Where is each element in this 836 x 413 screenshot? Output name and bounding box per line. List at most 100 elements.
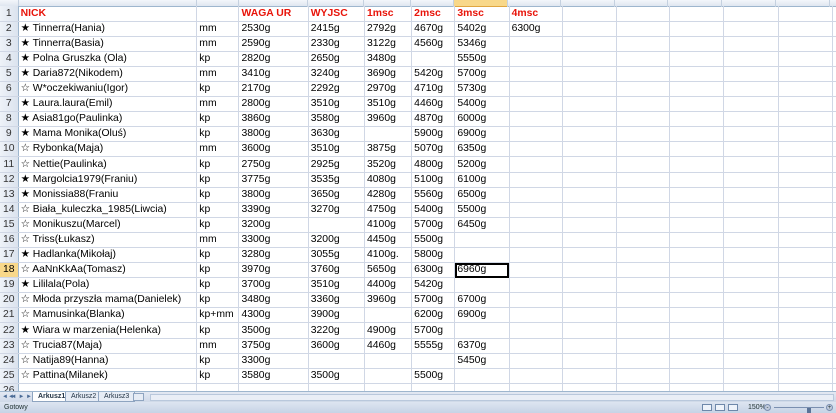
cell[interactable] (196, 383, 240, 391)
cell[interactable]: 3580g (238, 368, 309, 384)
cell[interactable] (509, 81, 563, 98)
cell[interactable]: 3970g (238, 262, 309, 279)
cell[interactable]: 3360g (308, 292, 365, 309)
row-header[interactable]: 3 (0, 36, 19, 52)
cell[interactable]: 5070g (411, 141, 456, 158)
cell[interactable]: 5700g (454, 66, 510, 82)
cell[interactable]: 2925g (308, 156, 365, 173)
cell[interactable]: kp (196, 187, 240, 203)
cell[interactable]: ★ Margolcia1979(Franiu) (18, 172, 198, 188)
cell[interactable] (616, 96, 671, 113)
cell[interactable]: 4msc (509, 6, 563, 22)
cell[interactable] (832, 36, 836, 52)
cell[interactable] (669, 21, 725, 37)
cell[interactable]: ★ Daria872(Nikodem) (18, 66, 198, 82)
cell[interactable]: kp (196, 322, 240, 339)
cell[interactable] (723, 172, 779, 188)
cell[interactable]: 5550g (454, 51, 510, 67)
cell[interactable] (723, 66, 779, 82)
cell[interactable] (832, 172, 836, 188)
cell[interactable]: mm (196, 66, 240, 82)
cell[interactable] (669, 217, 725, 233)
cell[interactable]: 4870g (411, 111, 456, 128)
cell[interactable] (509, 187, 563, 203)
cell[interactable]: 3500g (238, 322, 309, 339)
cell[interactable]: ★ Polna Gruszka (Ola) (18, 51, 198, 67)
cell[interactable]: ☆ Biała_kuleczka_1985(Liwcia) (18, 202, 198, 218)
horizontal-scrollbar[interactable] (150, 394, 834, 401)
cell[interactable] (616, 247, 671, 264)
cell[interactable]: 3900g (308, 307, 365, 324)
cell[interactable] (562, 187, 618, 203)
cell[interactable]: 5450g (454, 353, 510, 369)
cell[interactable] (832, 156, 836, 173)
next-sheet-button[interactable]: ► (18, 393, 25, 401)
cell[interactable]: ☆ Mamusinka(Blanka) (18, 307, 198, 324)
cell[interactable] (562, 81, 618, 98)
cell[interactable] (562, 383, 618, 391)
cell[interactable] (454, 232, 510, 249)
cell[interactable]: 4560g (411, 36, 456, 52)
row-header[interactable]: 13 (0, 187, 19, 203)
cell[interactable] (616, 51, 671, 67)
cell[interactable] (669, 202, 725, 218)
cell[interactable]: ☆ Triss(Łukasz) (18, 232, 198, 249)
page-layout-view-icon[interactable] (715, 404, 725, 411)
cell[interactable]: 3860g (238, 111, 309, 128)
cell[interactable]: 5800g (411, 247, 456, 264)
cell[interactable]: 5700g (411, 322, 456, 339)
cell[interactable] (562, 66, 618, 82)
cell[interactable] (562, 202, 618, 218)
cell[interactable]: 3480g (364, 51, 413, 67)
cell[interactable] (509, 111, 563, 128)
row-header[interactable]: 14 (0, 202, 19, 218)
cell[interactable] (832, 277, 836, 294)
cell[interactable] (562, 172, 618, 188)
cell[interactable] (778, 126, 833, 143)
cell[interactable]: 4460g (411, 96, 456, 113)
cell[interactable] (562, 21, 618, 37)
cell[interactable] (778, 66, 833, 82)
cell[interactable]: WYJSC (308, 6, 365, 22)
row-header[interactable]: 8 (0, 111, 19, 128)
cell[interactable]: 4300g (238, 307, 309, 324)
cell[interactable] (509, 262, 563, 279)
cell[interactable] (723, 292, 779, 309)
cell[interactable] (562, 217, 618, 233)
cell[interactable]: 2590g (238, 36, 309, 52)
cell[interactable]: 6900g (454, 126, 510, 143)
cell[interactable] (778, 368, 833, 384)
cell[interactable]: 2msc (411, 6, 456, 22)
cell[interactable]: 5400g (411, 202, 456, 218)
cell[interactable]: 3690g (364, 66, 413, 82)
cell[interactable] (669, 247, 725, 264)
cell[interactable]: 3220g (308, 322, 365, 339)
cell[interactable] (509, 247, 563, 264)
cell[interactable]: kp (196, 292, 240, 309)
cell[interactable]: ★ Tinnerra(Hania) (18, 21, 198, 37)
cell[interactable]: 3055g (308, 247, 365, 264)
cell[interactable]: 5200g (454, 156, 510, 173)
cell[interactable] (832, 217, 836, 233)
cell[interactable] (616, 187, 671, 203)
cell[interactable] (778, 338, 833, 354)
cell[interactable]: NICK (18, 6, 198, 22)
cell[interactable] (562, 36, 618, 52)
cell[interactable] (509, 338, 563, 354)
cell[interactable]: 3480g (238, 292, 309, 309)
cell[interactable]: WAGA UR (238, 6, 309, 22)
cell[interactable] (616, 156, 671, 173)
row-header[interactable]: 19 (0, 277, 19, 294)
cell[interactable] (616, 217, 671, 233)
cell[interactable] (308, 217, 365, 233)
cell[interactable]: 5400g (454, 96, 510, 113)
cell[interactable] (778, 307, 833, 324)
page-break-view-icon[interactable] (728, 404, 738, 411)
cell[interactable]: 6100g (454, 172, 510, 188)
cell[interactable] (669, 307, 725, 324)
cell[interactable] (832, 96, 836, 113)
cell[interactable] (778, 156, 833, 173)
cell[interactable]: 3520g (364, 156, 413, 173)
cell[interactable] (509, 353, 563, 369)
cell[interactable] (723, 51, 779, 67)
